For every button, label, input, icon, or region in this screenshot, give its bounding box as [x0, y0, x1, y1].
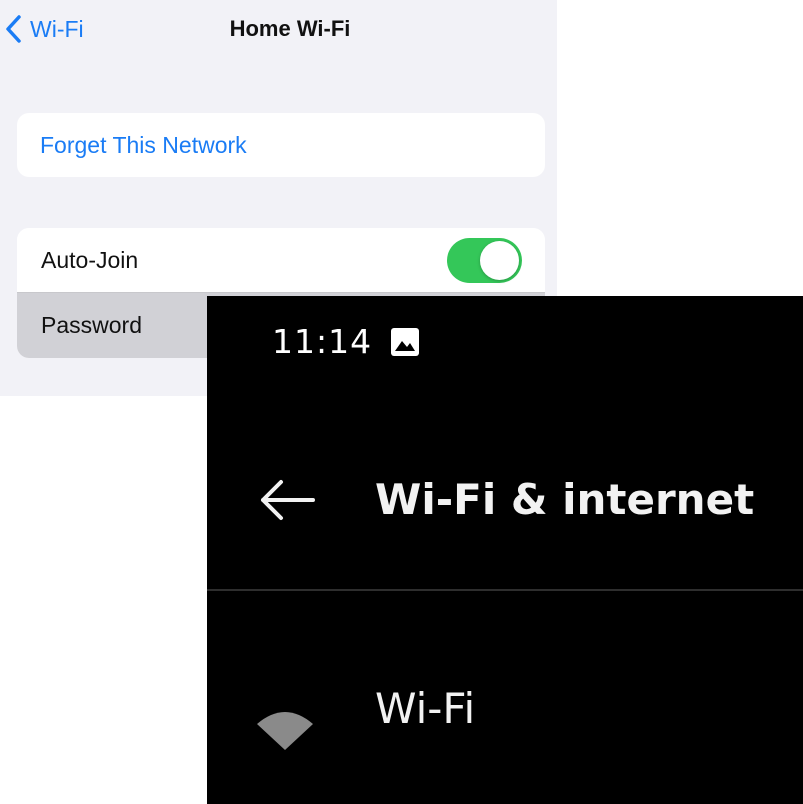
ios-forget-card: Forget This Network: [17, 113, 545, 177]
android-wifi-internet-screen: 11:14 Wi-Fi & internet Wi-Fi: [207, 296, 803, 804]
wifi-list-item[interactable]: Wi-Fi: [207, 592, 803, 804]
password-label: Password: [41, 312, 142, 338]
arrow-back-icon[interactable]: [257, 472, 317, 528]
auto-join-row: Auto-Join: [17, 228, 545, 293]
toggle-knob: [480, 241, 519, 280]
image-icon: [390, 327, 420, 357]
status-bar-time: 11:14: [272, 322, 373, 361]
forget-network-button[interactable]: Forget This Network: [40, 113, 247, 177]
wifi-icon: [255, 706, 315, 752]
toolbar-divider: [207, 589, 803, 591]
auto-join-toggle[interactable]: [447, 238, 522, 283]
ios-page-title: Home Wi-Fi: [229, 16, 351, 41]
composite-screenshot: Wi-Fi Home Wi-Fi Forget This Network Aut…: [0, 0, 803, 804]
wifi-label: Wi-Fi: [375, 684, 476, 733]
page-title: Wi-Fi & internet: [375, 475, 755, 524]
auto-join-label: Auto-Join: [41, 247, 139, 273]
